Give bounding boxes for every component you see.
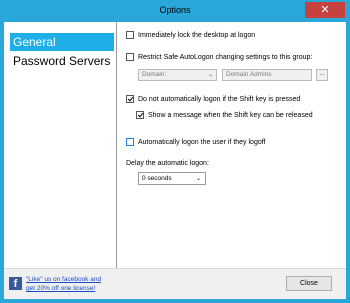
lock-desktop-row: Immediately lock the desktop at logon (126, 31, 255, 39)
restrict-group-checkbox[interactable] (126, 53, 134, 61)
auto-logon-after-logoff-label: Automatically logon the user if they log… (138, 138, 266, 146)
chevron-down-icon: ⌄ (207, 72, 213, 78)
no-shift-logon-row: Do not automatically logon if the Shift … (126, 95, 300, 103)
delay-value: 0 seconds (142, 175, 172, 182)
lock-desktop-label: Immediately lock the desktop at logon (138, 31, 256, 39)
chevron-down-icon: ⌄ (195, 176, 201, 182)
delay-select[interactable]: 0 seconds ⌄ (138, 172, 206, 185)
shift-message-row: Show a message when the Shift key can be… (136, 111, 313, 119)
facebook-promo-link[interactable]: "Like" us on facebook and get 20% off on… (26, 275, 101, 293)
auto-logon-after-logoff-row: Automatically logon the user if they log… (126, 138, 266, 146)
close-button[interactable]: Close (286, 276, 332, 291)
dialog-body: General Password Servers Immediately loc… (4, 22, 346, 299)
shift-message-checkbox[interactable] (136, 111, 144, 119)
delay-label: Delay the automatic logon: (126, 160, 209, 167)
facebook-promo-line-1: "Like" us on facebook and (26, 276, 102, 283)
restrict-group-label: Restrict Safe AutoLogon changing setting… (138, 53, 313, 61)
restrict-group-row: Restrict Safe AutoLogon changing setting… (126, 53, 312, 61)
no-shift-logon-checkbox[interactable] (126, 95, 134, 103)
window-title: Options (159, 5, 191, 15)
shift-message-label: Show a message when the Shift key can be… (148, 111, 313, 119)
group-browse-button[interactable]: ... (316, 69, 328, 81)
facebook-promo-line-2: get 20% off one license! (26, 285, 96, 292)
facebook-icon[interactable]: f (9, 277, 22, 290)
sidebar: General Password Servers (4, 22, 117, 268)
options-window: Options ✕ General Password Servers Immed… (0, 0, 350, 303)
no-shift-logon-label: Do not automatically logon if the Shift … (138, 95, 301, 103)
auto-logon-after-logoff-checkbox[interactable] (126, 138, 134, 146)
title-bar: Options ✕ (0, 0, 350, 22)
group-domain-value: Domain: (142, 71, 167, 78)
window-close-button[interactable]: ✕ (305, 2, 345, 18)
sidebar-item-general[interactable]: General (10, 33, 114, 51)
sidebar-item-password-servers[interactable]: Password Servers (10, 52, 114, 70)
dialog-footer: f "Like" us on facebook and get 20% off … (4, 268, 346, 299)
group-domain-select[interactable]: Domain: ⌄ (138, 69, 217, 81)
lock-desktop-checkbox[interactable] (126, 31, 134, 39)
group-name-field[interactable]: Domain Admins (222, 69, 312, 81)
general-settings-panel: Immediately lock the desktop at logon Re… (118, 22, 346, 268)
